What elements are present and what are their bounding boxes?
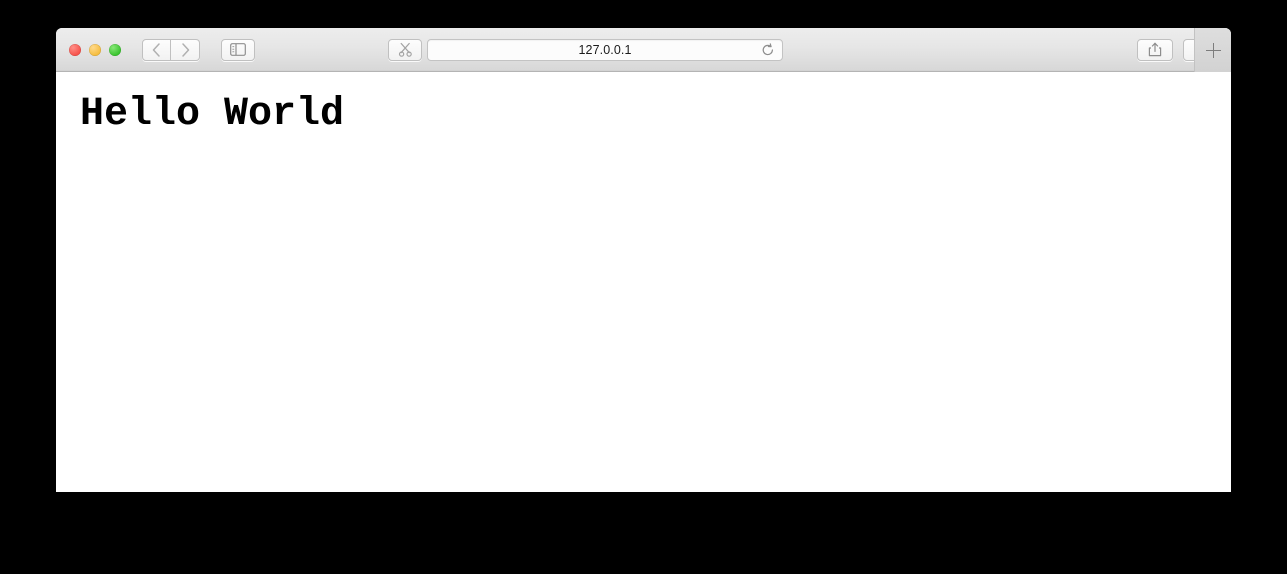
zoom-window-button[interactable]	[109, 43, 121, 56]
page-title: Hello World	[80, 92, 345, 137]
navigation-button-group	[142, 38, 200, 61]
show-sidebar-button[interactable]	[221, 38, 255, 61]
chevron-right-icon	[181, 42, 190, 57]
cut-button[interactable]	[388, 38, 422, 61]
back-button[interactable]	[142, 38, 171, 61]
reload-icon[interactable]	[761, 42, 775, 57]
share-button[interactable]	[1137, 38, 1173, 61]
scissors-icon	[398, 42, 413, 57]
plus-icon	[1205, 42, 1221, 58]
forward-button[interactable]	[171, 38, 200, 61]
address-bar-url: 127.0.0.1	[578, 42, 632, 57]
sidebar-icon	[230, 43, 246, 56]
window-controls	[56, 43, 121, 56]
new-tab-button[interactable]	[1194, 28, 1231, 72]
chevron-left-icon	[152, 42, 161, 57]
close-window-button[interactable]	[69, 43, 81, 56]
address-bar[interactable]: 127.0.0.1	[427, 38, 783, 61]
browser-toolbar: 127.0.0.1	[56, 28, 1231, 72]
share-icon	[1148, 42, 1162, 57]
page-viewport: Hello World	[56, 73, 1231, 492]
browser-window: 127.0.0.1 Hello World	[56, 28, 1231, 492]
minimize-window-button[interactable]	[89, 43, 101, 56]
